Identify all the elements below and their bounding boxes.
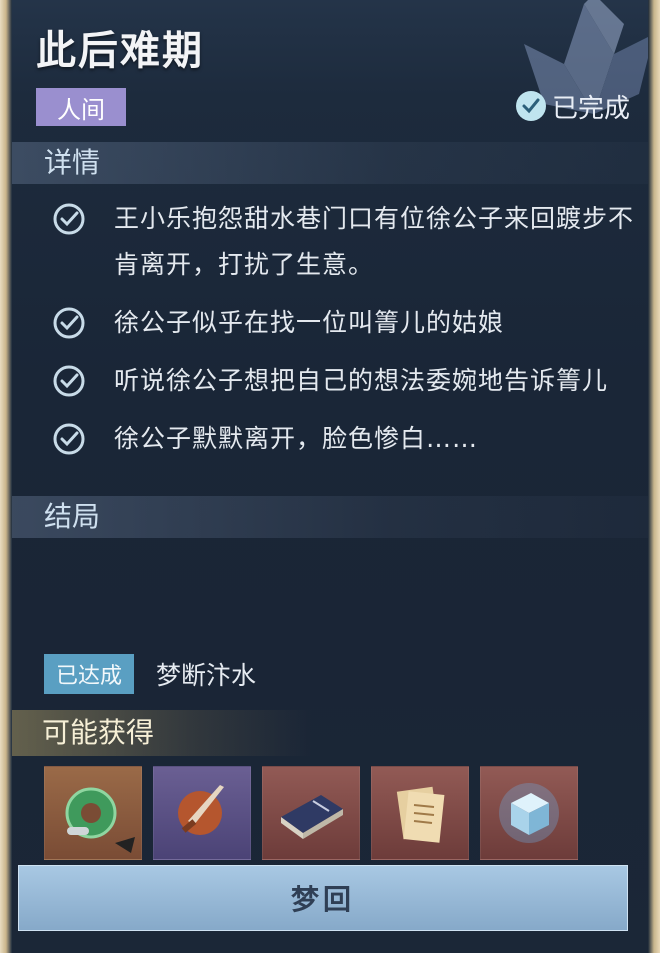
details-heading: 详情 <box>12 142 648 184</box>
reward-slot-scroll[interactable] <box>371 766 469 860</box>
rewards-list <box>44 766 578 860</box>
quest-status: 已完成 <box>515 86 630 126</box>
list-item: 王小乐抱怨甜水巷门口有位徐公子来回踱步不肯离开，打扰了生意。 <box>52 196 642 288</box>
jade-pendant-icon <box>65 787 135 853</box>
detail-text: 徐公子默默离开，脸色惨白…… <box>114 424 479 453</box>
reward-slot-jade[interactable] <box>44 766 142 860</box>
rewards-heading: 可能获得 <box>12 710 312 756</box>
ending-achieved-badge: 已达成 <box>44 654 135 694</box>
scroll-paper-icon <box>396 786 445 843</box>
quest-category-tag: 人间 <box>36 88 126 126</box>
detail-text: 王小乐抱怨甜水巷门口有位徐公子来回踱步不肯离开，打扰了生意。 <box>114 204 635 279</box>
reward-slot-book[interactable] <box>262 766 360 860</box>
book-icon <box>281 795 343 839</box>
reward-slot-dagger[interactable] <box>153 766 251 860</box>
reward-slot-ice[interactable] <box>480 766 578 860</box>
dagger-icon <box>178 785 224 835</box>
quest-title: 此后难期 <box>36 28 204 74</box>
list-item: 听说徐公子想把自己的想法委婉地告诉箐儿 <box>52 358 642 404</box>
completed-check-icon <box>515 91 546 121</box>
ending-name: 梦断汴水 <box>156 661 257 690</box>
ending-heading: 结局 <box>12 496 648 538</box>
list-item: 徐公子默默离开，脸色惨白…… <box>52 416 642 462</box>
check-circle-icon <box>53 307 85 339</box>
details-list: 王小乐抱怨甜水巷门口有位徐公子来回踱步不肯离开，打扰了生意。 徐公子似乎在找一位… <box>52 196 642 474</box>
screen-frame: 此后难期 人间 已完成 详情 王小乐抱怨甜水巷门口有位徐公子来回踱步不肯离开，打… <box>0 0 660 953</box>
check-circle-icon <box>53 203 85 235</box>
quest-panel: 此后难期 人间 已完成 详情 王小乐抱怨甜水巷门口有位徐公子来回踱步不肯离开，打… <box>12 0 648 953</box>
ending-row: 已达成 梦断汴水 <box>44 654 256 694</box>
list-item: 徐公子似乎在找一位叫箐儿的姑娘 <box>52 300 642 346</box>
status-label: 已完成 <box>551 93 630 124</box>
dream-return-button[interactable]: 梦回 <box>18 865 628 931</box>
detail-text: 徐公子似乎在找一位叫箐儿的姑娘 <box>114 308 505 337</box>
check-circle-icon <box>53 423 85 455</box>
check-circle-icon <box>53 365 85 397</box>
detail-text: 听说徐公子想把自己的想法委婉地告诉箐儿 <box>114 366 609 395</box>
ice-cube-icon <box>499 783 559 843</box>
